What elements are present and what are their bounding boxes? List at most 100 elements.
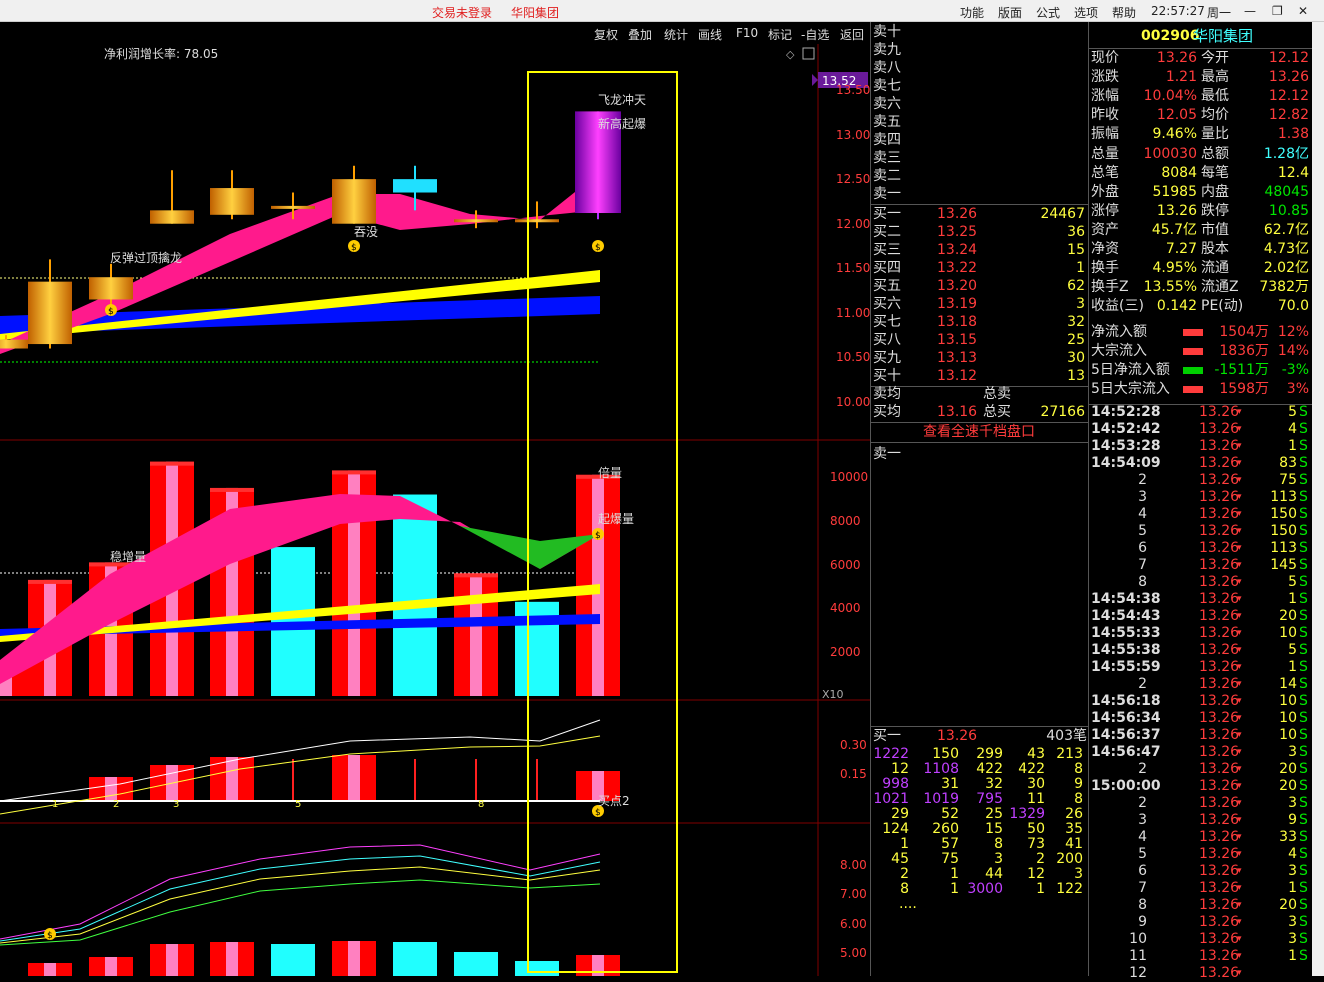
tick-seq: 12 bbox=[1129, 965, 1147, 981]
draw-line-button[interactable]: 画线 bbox=[698, 26, 722, 42]
info-value: 1.38 bbox=[1277, 126, 1309, 143]
buy-level-price: 13.12 bbox=[937, 368, 978, 384]
tick-flag: S bbox=[1299, 693, 1308, 709]
label-new-high: 新高起爆 bbox=[598, 117, 647, 131]
sell-level-label: 卖八 bbox=[873, 60, 901, 76]
tick-flag: S bbox=[1299, 761, 1308, 777]
restore-rights-button[interactable]: 复权 bbox=[594, 26, 618, 42]
order-book-panel: 卖十 卖九 卖八 卖七 卖六 卖五 卖四 卖三 卖二 卖一 买一 13.26 24467 买二 13.25… bbox=[870, 22, 1089, 976]
tick-seq: 7 bbox=[1138, 880, 1147, 896]
tick-arrow: ▾ bbox=[1237, 815, 1242, 825]
minimize-icon[interactable]: — bbox=[1244, 4, 1256, 18]
tick-arrow: ▾ bbox=[1237, 645, 1242, 655]
back-button[interactable]: 返回 bbox=[840, 26, 864, 42]
tick-volume: 1 bbox=[1288, 438, 1297, 454]
info-label: 振幅 bbox=[1091, 126, 1119, 143]
tick-price: 13.26 bbox=[1199, 880, 1240, 896]
tick-arrow: ▾ bbox=[1237, 492, 1242, 502]
buy-level-price: 13.25 bbox=[937, 224, 978, 240]
tick-time: 14:53:28 bbox=[1091, 438, 1161, 454]
tick-flag: S bbox=[1299, 659, 1308, 675]
flow-value: -1511万 bbox=[1214, 362, 1269, 378]
info-value: 12.4 bbox=[1277, 164, 1309, 181]
info-value: 12.12 bbox=[1268, 88, 1309, 105]
tick-time: 14:52:28 bbox=[1091, 404, 1161, 420]
info-value: 13.55% bbox=[1143, 279, 1197, 296]
buy-level-volume: 1 bbox=[1076, 260, 1085, 276]
tick-seq: 4 bbox=[1138, 829, 1147, 845]
tick-flag: S bbox=[1299, 795, 1308, 811]
menu-formula[interactable]: 公式 bbox=[1036, 4, 1060, 21]
tick-volume: 5 bbox=[1288, 574, 1297, 590]
price-tick: 10.50 bbox=[836, 350, 871, 365]
tick-price: 13.26 bbox=[1199, 948, 1240, 964]
tick-seq: 6 bbox=[1138, 540, 1147, 556]
tick-price: 13.26 bbox=[1199, 438, 1240, 454]
volume-bar bbox=[393, 494, 437, 696]
title-bar: 交易未登录 华阳集团 功能 版面 公式 选项 帮助 22:57:27 周一 — … bbox=[0, 0, 1324, 22]
side-scrollbar[interactable] bbox=[1312, 22, 1324, 976]
tick-arrow: ▾ bbox=[1237, 509, 1242, 519]
overlay-button[interactable]: 叠加 bbox=[628, 26, 652, 42]
tick-flag: S bbox=[1299, 778, 1308, 794]
queue-more: .... bbox=[899, 896, 917, 912]
full-depth-link[interactable]: 查看全速千档盘口 bbox=[923, 424, 1035, 441]
label-tunmo: 吞没 bbox=[354, 225, 379, 239]
info-value: 7.27 bbox=[1165, 241, 1197, 257]
restore-icon[interactable]: ❐ bbox=[1272, 4, 1283, 18]
buy-level-label: 买六 bbox=[873, 296, 901, 312]
kline-chart[interactable]: $ $ $ $ $ $ ◇ 净利润增长率: 78.05 13.52 13.50 1… bbox=[0, 44, 870, 976]
menu-function[interactable]: 功能 bbox=[960, 4, 984, 21]
buy-level-label: 买三 bbox=[873, 242, 901, 258]
tick-arrow: ▾ bbox=[1237, 543, 1242, 553]
tick-flag: S bbox=[1299, 608, 1308, 624]
tick-flag: S bbox=[1299, 421, 1308, 437]
sell-level-label: 卖七 bbox=[873, 78, 901, 94]
total-sell-label: 总卖 bbox=[983, 386, 1011, 402]
tick-volume: 33 bbox=[1279, 829, 1297, 845]
tick-price: 13.26 bbox=[1199, 812, 1240, 828]
info-value: 45.7亿 bbox=[1151, 221, 1197, 238]
buy-level-price: 13.20 bbox=[937, 278, 978, 294]
tick-volume: 3 bbox=[1288, 795, 1297, 811]
login-status[interactable]: 交易未登录 bbox=[432, 4, 492, 21]
f10-button[interactable]: F10 bbox=[736, 26, 758, 42]
tick-volume: 9 bbox=[1288, 812, 1297, 828]
ind2-bar bbox=[210, 942, 254, 976]
stats-button[interactable]: 统计 bbox=[664, 26, 688, 42]
info-label: 涨跌 bbox=[1091, 69, 1119, 86]
info-label: 总笔 bbox=[1091, 164, 1119, 181]
volume-tick: 2000 bbox=[830, 645, 861, 660]
tick-time: 14:56:37 bbox=[1091, 727, 1161, 743]
tick-price: 13.26 bbox=[1199, 863, 1240, 879]
tick-seq: 3 bbox=[1138, 812, 1147, 828]
menu-layout[interactable]: 版面 bbox=[998, 4, 1022, 21]
menu-help[interactable]: 帮助 bbox=[1112, 4, 1136, 21]
info-value: 13.26 bbox=[1156, 50, 1197, 66]
tick-price: 13.26 bbox=[1199, 914, 1240, 930]
flow-pct: 12% bbox=[1277, 324, 1309, 340]
volume-tick: 10000 bbox=[830, 470, 869, 484]
tick-price: 13.26 bbox=[1199, 931, 1240, 947]
buy-level-price: 13.13 bbox=[937, 350, 978, 366]
buy1-queue-price: 13.26 bbox=[937, 728, 978, 744]
flow-label: 5日大宗流入 bbox=[1091, 381, 1170, 397]
tick-arrow: ▾ bbox=[1237, 424, 1242, 434]
info-label: PE(动) bbox=[1201, 298, 1244, 315]
info-label: 总额 bbox=[1201, 145, 1229, 162]
ind2-bar bbox=[89, 957, 133, 976]
tick-arrow: ▾ bbox=[1237, 662, 1242, 672]
info-value: 9.46% bbox=[1152, 126, 1197, 143]
info-label: 涨停 bbox=[1091, 202, 1119, 219]
info-value: 1.21 bbox=[1165, 69, 1197, 86]
buy-level-price: 13.26 bbox=[937, 206, 978, 222]
tick-volume: 113 bbox=[1270, 489, 1297, 505]
buy-level-volume: 25 bbox=[1067, 332, 1085, 348]
watchlist-button[interactable]: -自选 bbox=[801, 26, 829, 42]
mark-button[interactable]: 标记 bbox=[768, 26, 792, 42]
close-icon[interactable]: ✕ bbox=[1298, 4, 1308, 18]
tick-flag: S bbox=[1299, 557, 1308, 573]
tick-arrow: ▾ bbox=[1237, 560, 1242, 570]
menu-options[interactable]: 选项 bbox=[1074, 4, 1098, 21]
tick-volume: 3 bbox=[1288, 914, 1297, 930]
